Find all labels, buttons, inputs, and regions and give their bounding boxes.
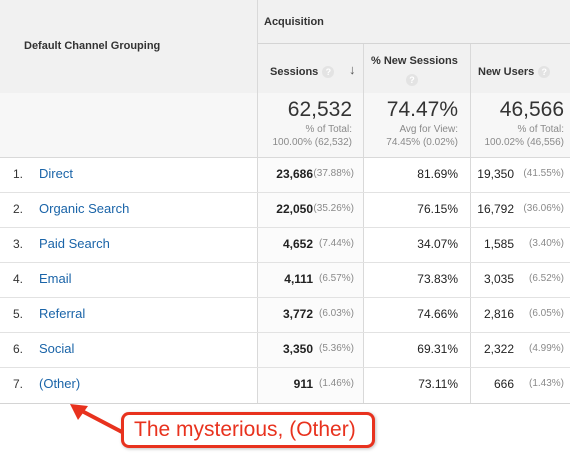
row-new-users: 1,585 [483, 237, 514, 251]
row-sessions-percent: (37.88%) [313, 168, 354, 179]
help-icon[interactable]: ? [406, 71, 418, 89]
channel-link[interactable]: Email [39, 271, 72, 286]
channel-link[interactable]: Organic Search [39, 201, 129, 216]
total-new-users: 46,566 [499, 98, 564, 121]
row-new-users: 666 [493, 377, 514, 391]
row-sessions: 911 [293, 377, 313, 391]
row-sessions-percent: (5.36%) [318, 343, 354, 354]
row-new-sessions: 73.11% [418, 377, 458, 391]
channel-link[interactable]: (Other) [39, 376, 80, 391]
help-icon[interactable]: ? [538, 66, 551, 79]
row-sessions-percent: (7.44%) [318, 238, 354, 249]
row-new-users: 2,322 [483, 342, 514, 356]
sessions-header-label[interactable]: Sessions [270, 66, 318, 78]
row-new-users-percent: (6.05%) [528, 308, 564, 319]
row-new-users-percent: (6.52%) [528, 273, 564, 284]
row-new-sessions: 73.83% [417, 272, 458, 286]
channel-link[interactable]: Social [39, 341, 74, 356]
channel-link[interactable]: Direct [39, 166, 73, 181]
row-new-sessions: 81.69% [417, 167, 458, 181]
row-index: 6. [13, 342, 24, 356]
row-sessions-percent: (1.46%) [318, 378, 354, 389]
row-new-sessions: 76.15% [417, 202, 458, 216]
row-sessions-percent: (6.57%) [318, 273, 354, 284]
new-users-header[interactable]: New Users? [478, 66, 551, 79]
row-index: 3. [13, 237, 24, 251]
divider [258, 43, 570, 44]
row-sessions: 22,050 [276, 202, 313, 216]
row-new-users-percent: (3.40%) [528, 238, 564, 249]
row-new-users-percent: (4.99%) [528, 343, 564, 354]
new-sessions-header-label[interactable]: % New Sessions [371, 55, 458, 67]
help-icon[interactable]: ? [322, 66, 335, 79]
row-sessions: 4,652 [282, 237, 313, 251]
row-new-users: 3,035 [483, 272, 514, 286]
row-sessions: 3,350 [282, 342, 313, 356]
row-index: 4. [13, 272, 24, 286]
row-new-users-percent: (36.06%) [523, 203, 564, 214]
total-new-users-detail: 100.02% (46,556) [484, 137, 564, 148]
total-new-users-label: % of Total: [517, 124, 564, 135]
channel-link[interactable]: Paid Search [39, 236, 110, 251]
row-sessions: 3,772 [282, 307, 313, 321]
row-new-users: 16,792 [477, 202, 514, 216]
row-index: 2. [13, 202, 24, 216]
row-sessions: 4,111 [284, 272, 313, 286]
total-new-sessions-detail: 74.45% (0.02%) [386, 137, 458, 148]
total-sessions-label: % of Total: [305, 124, 352, 135]
row-new-users-percent: (1.43%) [528, 378, 564, 389]
row-index: 5. [13, 307, 24, 321]
total-sessions-detail: 100.00% (62,532) [272, 137, 352, 148]
row-new-sessions: 74.66% [417, 307, 458, 321]
channel-link[interactable]: Referral [39, 306, 85, 321]
row-new-sessions: 34.07% [417, 237, 458, 251]
row-sessions-percent: (35.26%) [313, 203, 354, 214]
sessions-header[interactable]: Sessions? [270, 66, 335, 79]
total-sessions: 62,532 [287, 98, 352, 121]
total-new-sessions-label: Avg for View: [399, 124, 458, 135]
row-new-users: 2,816 [483, 307, 514, 321]
row-index: 7. [13, 377, 24, 391]
group-header-acquisition: Acquisition [264, 16, 324, 28]
row-sessions: 23,686 [276, 167, 313, 181]
new-users-header-label[interactable]: New Users [478, 66, 534, 78]
row-index: 1. [13, 167, 24, 181]
row-new-sessions: 69.31% [417, 342, 458, 356]
row-new-users: 19,350 [477, 167, 514, 181]
row-sessions-percent: (6.03%) [318, 308, 354, 319]
annotation-callout: The mysterious, (Other) [121, 412, 375, 448]
total-new-sessions: 74.47% [386, 98, 458, 121]
sort-descending-icon[interactable]: ↓ [349, 62, 356, 77]
row-new-users-percent: (41.55%) [523, 168, 564, 179]
annotation-arrow [70, 404, 124, 434]
dimension-header[interactable]: Default Channel Grouping [24, 40, 160, 52]
